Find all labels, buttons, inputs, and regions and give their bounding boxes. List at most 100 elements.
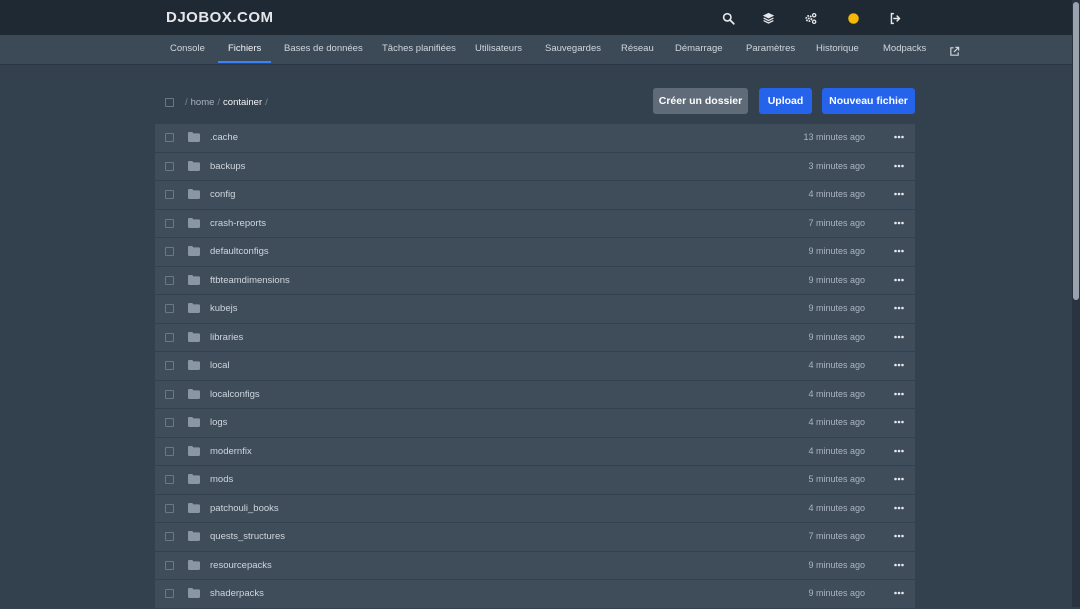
file-name[interactable]: ftbteamdimensions (210, 275, 290, 286)
more-options-icon[interactable] (893, 188, 905, 200)
more-options-icon[interactable] (893, 445, 905, 457)
file-name[interactable]: kubejs (210, 303, 237, 314)
tab-sauvegardes[interactable]: Sauvegardes (545, 35, 601, 63)
file-row[interactable]: config 4 minutes ago (155, 181, 915, 209)
tab-reseau[interactable]: Réseau (621, 35, 654, 63)
row-checkbox[interactable] (165, 475, 174, 484)
folder-icon (188, 132, 200, 142)
row-checkbox[interactable] (165, 446, 174, 456)
row-checkbox[interactable] (165, 589, 174, 598)
status-dot-icon[interactable] (844, 9, 862, 27)
row-checkbox[interactable] (165, 389, 174, 399)
layers-icon[interactable] (759, 9, 777, 27)
breadcrumb: / home / container / (165, 95, 271, 109)
breadcrumb-container[interactable]: container (223, 97, 262, 108)
more-options-icon[interactable] (893, 359, 905, 371)
file-name[interactable]: patchouli_books (210, 503, 279, 514)
tab-historique[interactable]: Historique (816, 35, 859, 63)
file-name[interactable]: defaultconfigs (210, 246, 269, 257)
more-options-icon[interactable] (893, 502, 905, 514)
row-checkbox[interactable] (165, 247, 174, 256)
more-options-icon[interactable] (893, 302, 905, 314)
row-checkbox[interactable] (165, 133, 174, 142)
file-modified: 4 minutes ago (808, 417, 865, 427)
upload-button[interactable]: Upload (759, 88, 812, 114)
file-row[interactable]: backups 3 minutes ago (155, 152, 915, 180)
sign-out-icon[interactable] (886, 9, 904, 27)
file-row[interactable]: mods 5 minutes ago (155, 466, 915, 494)
file-name[interactable]: quests_structures (210, 531, 285, 542)
file-modified: 9 minutes ago (808, 303, 865, 313)
file-name[interactable]: modernfix (210, 446, 252, 457)
more-options-icon[interactable] (893, 331, 905, 343)
row-checkbox[interactable] (165, 332, 174, 342)
row-checkbox[interactable] (165, 560, 174, 570)
file-name[interactable]: local (210, 360, 230, 371)
file-name[interactable]: .cache (210, 132, 238, 143)
file-name[interactable]: crash-reports (210, 218, 266, 229)
tab-bases-de-donnees[interactable]: Bases de données (284, 35, 363, 63)
search-icon[interactable] (719, 9, 737, 27)
tab-utilisateurs[interactable]: Utilisateurs (475, 35, 522, 63)
more-options-icon[interactable] (893, 245, 905, 257)
file-row[interactable]: libraries 9 minutes ago (155, 323, 915, 351)
more-options-icon[interactable] (893, 131, 905, 143)
file-name[interactable]: resourcepacks (210, 560, 272, 571)
more-options-icon[interactable] (893, 559, 905, 571)
more-options-icon[interactable] (893, 388, 905, 400)
row-checkbox[interactable] (165, 190, 174, 199)
tab-demarrage[interactable]: Démarrage (675, 35, 723, 63)
more-options-icon[interactable] (893, 473, 905, 485)
status-dot-circle (847, 12, 859, 24)
scrollbar-thumb[interactable] (1073, 2, 1079, 300)
file-name[interactable]: backups (210, 161, 245, 172)
file-row[interactable]: resourcepacks 9 minutes ago (155, 551, 915, 579)
create-folder-button[interactable]: Créer un dossier (653, 88, 748, 114)
file-row[interactable]: shaderpacks 9 minutes ago (155, 580, 915, 608)
file-name[interactable]: localconfigs (210, 389, 260, 400)
row-checkbox[interactable] (165, 161, 174, 171)
brand-logo[interactable]: DJOBOX.COM (166, 9, 274, 26)
file-name[interactable]: shaderpacks (210, 588, 264, 599)
row-checkbox[interactable] (165, 361, 174, 370)
tab-parametres[interactable]: Paramètres (746, 35, 795, 63)
more-options-icon[interactable] (893, 274, 905, 286)
file-row[interactable]: crash-reports 7 minutes ago (155, 209, 915, 237)
file-row[interactable]: .cache 13 minutes ago (155, 124, 915, 152)
file-row[interactable]: defaultconfigs 9 minutes ago (155, 238, 915, 266)
new-file-button[interactable]: Nouveau fichier (822, 88, 915, 114)
tab-taches-planifiees[interactable]: Tâches planifiées (382, 35, 456, 63)
more-options-icon[interactable] (893, 160, 905, 172)
more-options-icon[interactable] (893, 217, 905, 229)
file-name[interactable]: config (210, 189, 235, 200)
file-row[interactable]: local 4 minutes ago (155, 352, 915, 380)
page-scrollbar[interactable] (1072, 0, 1080, 607)
file-modified: 9 minutes ago (808, 331, 865, 342)
file-row[interactable]: quests_structures 7 minutes ago (155, 523, 915, 551)
file-row[interactable]: patchouli_books 4 minutes ago (155, 494, 915, 522)
row-checkbox[interactable] (165, 503, 174, 513)
row-checkbox[interactable] (165, 275, 174, 285)
more-options-icon[interactable] (893, 587, 905, 599)
row-checkbox[interactable] (165, 304, 174, 313)
file-row[interactable]: ftbteamdimensions 9 minutes ago (155, 266, 915, 294)
row-checkbox[interactable] (165, 418, 174, 427)
file-row[interactable]: localconfigs 4 minutes ago (155, 380, 915, 408)
row-checkbox[interactable] (165, 532, 174, 541)
tab-fichiers[interactable]: Fichiers (217, 35, 272, 63)
more-options-icon[interactable] (893, 416, 905, 428)
tab-modpacks[interactable]: Modpacks (883, 35, 926, 63)
external-link-icon[interactable] (949, 44, 960, 56)
more-options-icon[interactable] (893, 530, 905, 542)
cogs-icon[interactable] (801, 9, 819, 27)
file-row[interactable]: logs 4 minutes ago (155, 409, 915, 437)
select-all-checkbox[interactable] (165, 97, 174, 107)
file-name[interactable]: logs (210, 417, 227, 428)
row-checkbox[interactable] (165, 218, 174, 228)
tab-console[interactable]: Console (170, 35, 205, 63)
file-name[interactable]: mods (210, 474, 233, 485)
breadcrumb-home[interactable]: home (191, 97, 215, 108)
file-name[interactable]: libraries (210, 332, 243, 343)
file-row[interactable]: modernfix 4 minutes ago (155, 437, 915, 465)
file-row[interactable]: kubejs 9 minutes ago (155, 295, 915, 323)
